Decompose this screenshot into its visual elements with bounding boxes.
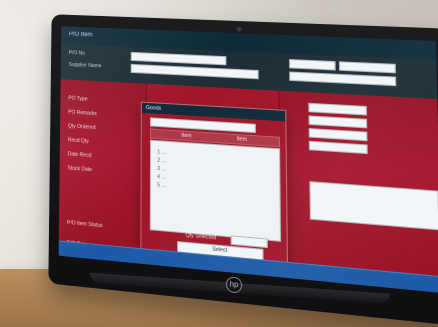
dialog-list-item[interactable]: 2 ... (157, 158, 166, 165)
supplier-field[interactable] (130, 63, 259, 80)
label-po-remarks: PO Remarks (68, 109, 97, 118)
label-recd-qty: Recd Qty (67, 137, 89, 145)
purchase-order-ui: P/O Item P/O No Supplier Name PO Type PO… (58, 26, 438, 294)
label-stock-date: Stock Date (67, 165, 93, 174)
dialog-tab-2[interactable]: Item (216, 135, 268, 145)
top-label-supplier: Supplier Name (68, 61, 102, 70)
top-right-field-1[interactable] (289, 59, 336, 71)
dialog-list-item[interactable]: 4 ... (157, 174, 166, 181)
label-date-recd: Date Recd (67, 151, 92, 159)
right-field-3[interactable] (308, 128, 368, 142)
right-field-4[interactable] (308, 140, 368, 155)
remarks-textarea[interactable] (309, 181, 438, 231)
hp-logo-icon: hp (226, 276, 242, 294)
dialog-list-item[interactable]: 5 ... (157, 182, 166, 189)
goods-selection-dialog: Goods Item Item 1 ... 2 ... 3 ... 4 ... … (140, 101, 289, 272)
qty-selected-label: Qty Selected (185, 232, 217, 242)
laptop-scene: P/O Item P/O No Supplier Name PO Type PO… (0, 0, 438, 327)
label-po-item-status: P/O Item Status (66, 219, 103, 230)
dialog-tab-1[interactable]: Item (161, 131, 211, 140)
left-panel: PO Type PO Remarks Qty Ordered Recd Qty … (58, 79, 148, 265)
laptop-screen: P/O Item P/O No Supplier Name PO Type PO… (58, 26, 438, 294)
laptop: P/O Item P/O No Supplier Name PO Type PO… (48, 12, 438, 327)
label-qty-ordered: Qty Ordered (68, 123, 96, 132)
top-right-field-2[interactable] (338, 61, 396, 74)
po-no-field[interactable] (130, 51, 227, 66)
dialog-title: Goods (145, 104, 162, 112)
webcam-icon (236, 27, 242, 32)
top-right-field-3[interactable] (289, 71, 397, 87)
dialog-list-item[interactable]: 3 ... (157, 166, 166, 173)
right-field-1[interactable] (308, 102, 368, 116)
right-field-2[interactable] (308, 115, 368, 129)
dialog-item-list[interactable]: 1 ... 2 ... 3 ... 4 ... 5 ... (149, 139, 282, 242)
label-po-type: PO Type (68, 95, 88, 103)
top-label-po-no: P/O No (68, 50, 86, 57)
dialog-list-item[interactable]: 1 ... (157, 149, 166, 156)
app-title: P/O Item (68, 31, 93, 39)
